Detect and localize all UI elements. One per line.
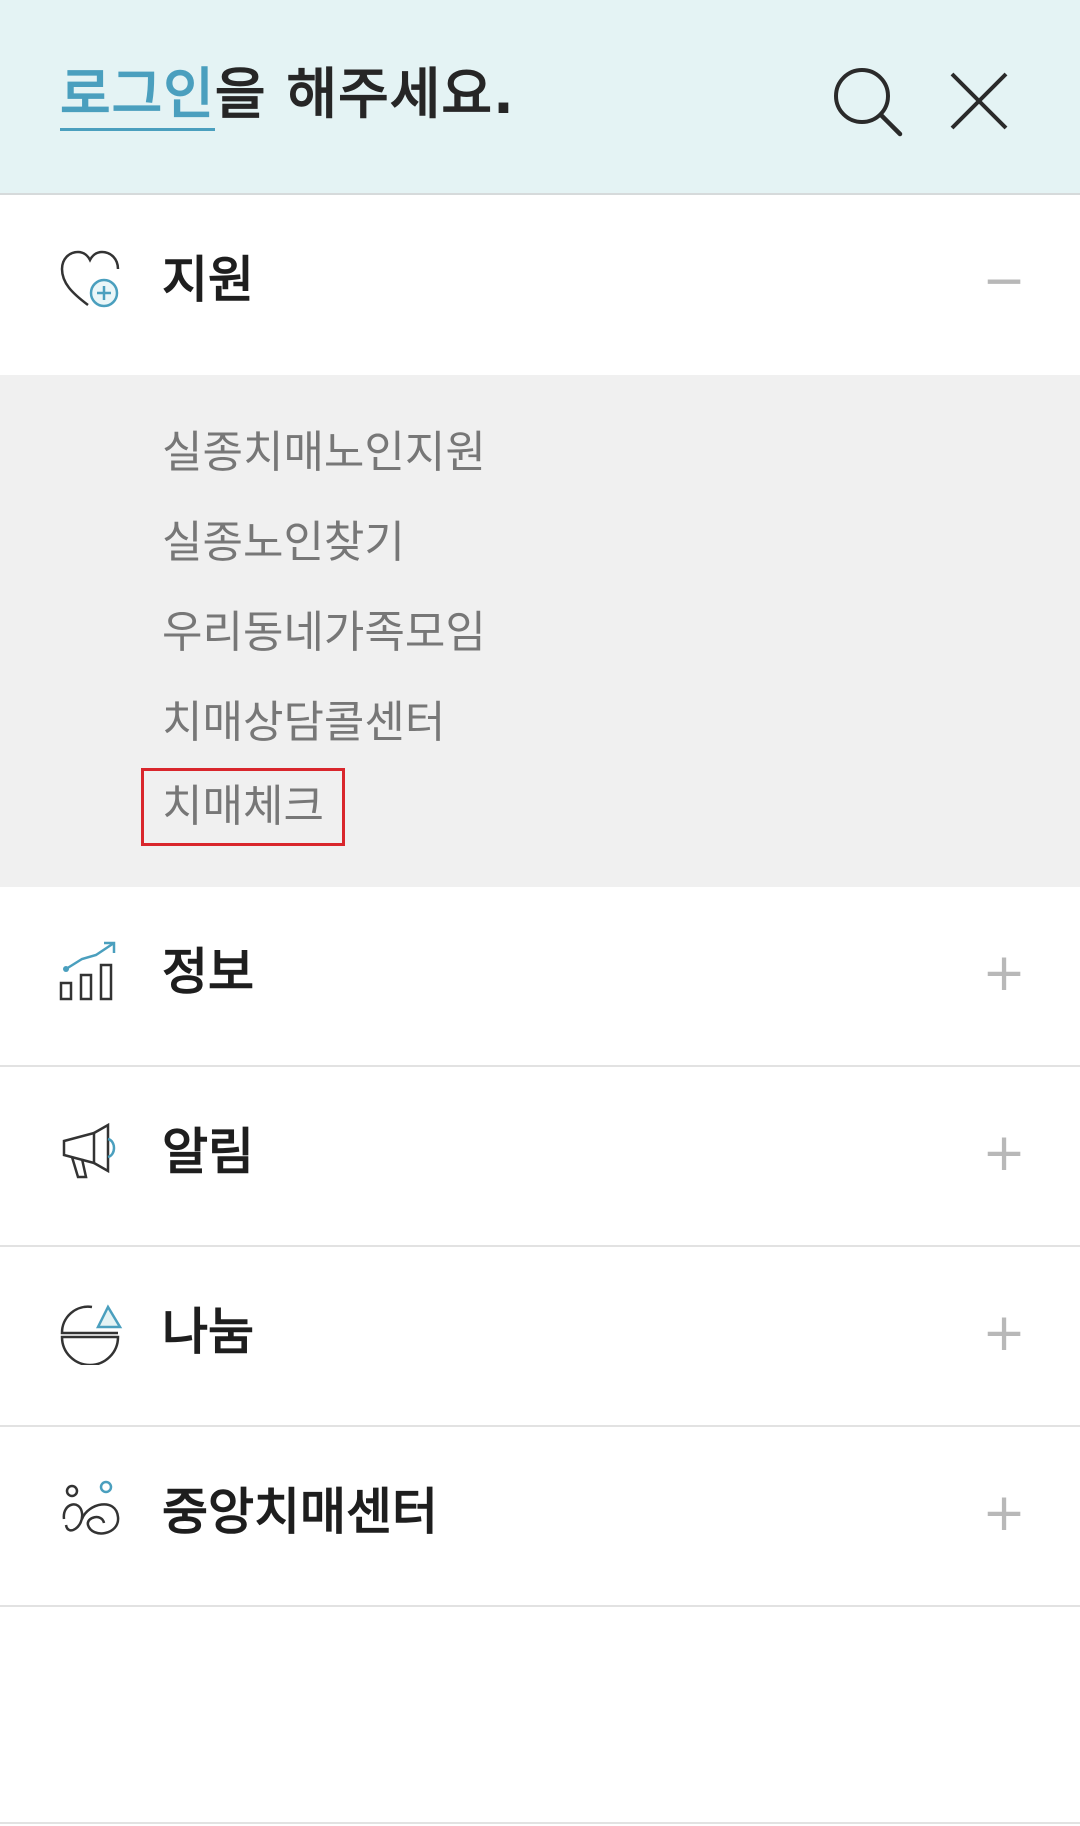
menu-section-share[interactable]: 나눔 + — [0, 1247, 1080, 1427]
submenu-item-missing-dementia-support[interactable]: 실종치매노인지원 — [162, 423, 486, 483]
divider — [0, 1822, 1080, 1824]
menu-section-support[interactable]: 지원 − — [0, 195, 1080, 375]
section-label-center: 중앙치매센터 — [162, 1483, 438, 1541]
menu-section-notice[interactable]: 알림 + — [0, 1067, 1080, 1247]
login-prompt: 로그인을 해주세요. — [60, 54, 515, 134]
section-label-notice: 알림 — [162, 1123, 254, 1181]
login-prompt-text: 을 해주세요. — [214, 62, 515, 126]
submenu-item-dementia-check[interactable]: 치매체크 — [141, 768, 345, 846]
search-icon — [834, 68, 903, 137]
section-label-info: 정보 — [162, 943, 254, 1001]
chart-growth-icon — [59, 941, 116, 1001]
collapse-toggle[interactable]: − — [980, 255, 1028, 307]
heart-plus-icon — [60, 250, 120, 308]
login-link[interactable]: 로그인 — [60, 62, 215, 131]
people-icon — [62, 1480, 120, 1535]
expand-toggle[interactable]: + — [980, 1127, 1028, 1179]
megaphone-icon — [62, 1122, 116, 1179]
submenu-item-dementia-call-center[interactable]: 치매상담콜센터 — [162, 693, 445, 753]
expand-toggle[interactable]: + — [980, 947, 1028, 999]
menu-section-center[interactable]: 중앙치매센터 + — [0, 1427, 1080, 1607]
expand-toggle[interactable]: + — [980, 1487, 1028, 1539]
section-label-share: 나눔 — [162, 1303, 254, 1361]
menu-section-info[interactable]: 정보 + — [0, 887, 1080, 1067]
submenu-item-find-missing-elderly[interactable]: 실종노인찾기 — [162, 513, 405, 573]
submenu-item-neighborhood-family-meeting[interactable]: 우리동네가족모임 — [162, 603, 486, 663]
close-button[interactable] — [940, 62, 1020, 142]
drawer-header: 로그인을 해주세요. — [0, 0, 1080, 195]
expand-toggle[interactable]: + — [980, 1307, 1028, 1359]
section-label-support: 지원 — [162, 251, 254, 309]
support-submenu: 실종치매노인지원 실종노인찾기 우리동네가족모임 치매상담콜센터 치매체크 — [0, 375, 1080, 887]
search-button[interactable] — [828, 62, 908, 142]
share-pie-icon — [60, 1304, 123, 1365]
close-icon — [950, 72, 1008, 130]
